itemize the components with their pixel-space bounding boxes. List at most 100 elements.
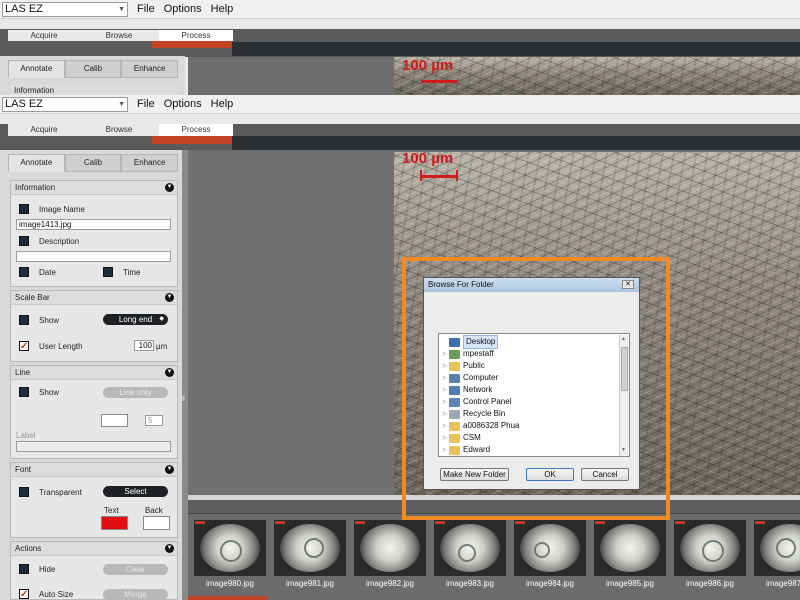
menu-options[interactable]: Options [164, 98, 202, 110]
ghost-tab-process[interactable]: Process [159, 30, 233, 41]
folder-tree-label: CSM [463, 433, 481, 442]
ghost-spacer [0, 19, 800, 29]
folder-tree-item[interactable]: ▷ a0086328 Phua [441, 420, 617, 432]
app-selector[interactable]: LAS EZ ▼ [2, 96, 128, 112]
ghost-tab-browse[interactable]: Browse [83, 30, 155, 41]
font-select-button[interactable]: Select [103, 486, 168, 497]
folder-tree-label: a0086328 Phua [463, 421, 520, 430]
description-input[interactable] [16, 251, 171, 262]
line-header[interactable]: Line ▼ [11, 366, 177, 380]
expand-arrow-icon[interactable]: ▷ [441, 408, 449, 420]
line-color-swatch[interactable] [101, 414, 128, 427]
folder-tree-item[interactable]: ▷ Control Panel [441, 396, 617, 408]
font-header[interactable]: Font ▼ [11, 463, 177, 477]
tree-scroll-thumb[interactable] [621, 347, 628, 391]
thumbnail-item[interactable]: image982.jpg [354, 520, 426, 588]
menu-help-ghost[interactable]: Help [211, 3, 234, 15]
folder-tree-item[interactable]: ▷ mpestaff [441, 348, 617, 360]
menubar: LAS EZ ▼ File Options Help [0, 95, 800, 114]
thumbnail-item[interactable]: image984.jpg [514, 520, 586, 588]
hide-checkbox[interactable] [19, 564, 29, 574]
panel-subtabs: Annotate Calib Enhance [8, 154, 179, 172]
expand-arrow-icon[interactable]: ▷ [441, 348, 449, 360]
folder-tree-item[interactable]: ▷ Public [441, 360, 617, 372]
app-selector-ghost[interactable]: LAS EZ ▼ [2, 1, 128, 17]
scroll-up-icon[interactable]: ▲ [621, 336, 626, 342]
ghost-subtab-annotate[interactable]: Annotate [8, 60, 65, 78]
make-new-folder-button[interactable]: Make New Folder [440, 468, 509, 481]
collapse-icon[interactable]: ▼ [165, 465, 174, 474]
line-title: Line [15, 368, 31, 377]
image-name-input[interactable]: image1413.jpg [16, 219, 171, 230]
scale-bar-show-checkbox[interactable] [19, 315, 29, 325]
subtab-enhance[interactable]: Enhance [121, 154, 179, 172]
menu-file-ghost[interactable]: File [137, 3, 155, 15]
thumbnail-item[interactable]: image987.jpg [754, 520, 800, 588]
expand-arrow-icon[interactable]: ▷ [441, 396, 449, 408]
user-length-input[interactable]: 100 [134, 340, 154, 351]
description-checkbox[interactable] [19, 236, 29, 246]
merge-button[interactable]: Merge [103, 589, 168, 600]
tab-acquire[interactable]: Acquire [8, 124, 80, 136]
folder-tree-item[interactable]: ▷ CSM [441, 432, 617, 444]
clear-button[interactable]: Clear [103, 564, 168, 575]
thumbnail-item[interactable]: image983.jpg [434, 520, 506, 588]
subtab-calib[interactable]: Calib [64, 154, 122, 172]
folder-tree-item[interactable]: ▷ Recycle Bin [441, 408, 617, 420]
tab-process[interactable]: Process [159, 124, 233, 136]
user-length-checkbox[interactable]: ✓ [19, 341, 29, 352]
scale-bar-style-dropdown[interactable]: Long end ◆ [103, 314, 168, 325]
thumbnail-item[interactable]: image981.jpg [274, 520, 346, 588]
expand-arrow-icon[interactable]: ▷ [441, 432, 449, 444]
auto-size-checkbox[interactable]: ✓ [19, 589, 29, 600]
expand-arrow-icon[interactable]: ▷ [441, 384, 449, 396]
ghost-scalebar-line [421, 80, 457, 83]
line-style-dropdown[interactable]: Line only [103, 387, 168, 398]
folder-tree-item[interactable]: ▷ Edward [441, 444, 617, 456]
actions-header[interactable]: Actions ▼ [11, 542, 177, 556]
expand-arrow-icon[interactable]: ▷ [441, 420, 449, 432]
folder-tree-item[interactable]: Desktop [441, 335, 617, 349]
expand-arrow-icon[interactable]: ▷ [441, 444, 449, 456]
collapse-icon[interactable]: ▼ [165, 368, 174, 377]
image-name-checkbox[interactable] [19, 204, 29, 214]
thumbnail-item[interactable]: image986.jpg [674, 520, 746, 588]
ok-button[interactable]: OK [526, 468, 574, 481]
line-show-checkbox[interactable] [19, 387, 29, 397]
subtab-annotate[interactable]: Annotate [8, 154, 65, 172]
information-header[interactable]: Information ▼ [11, 181, 177, 195]
tab-browse[interactable]: Browse [83, 124, 155, 136]
tree-scrollbar[interactable]: ▲ ▼ [619, 335, 629, 456]
desktop-icon [449, 337, 460, 347]
folder-tree-item[interactable]: ▷ Network [441, 384, 617, 396]
ghost-subtab-enhance[interactable]: Enhance [121, 60, 179, 78]
line-label-input[interactable] [16, 441, 171, 452]
collapse-icon[interactable]: ▼ [165, 544, 174, 553]
menu-file[interactable]: File [137, 98, 155, 110]
thumbnail-label: image984.jpg [525, 579, 575, 588]
expand-arrow-icon[interactable]: ▷ [441, 360, 449, 372]
thumbnail-item[interactable]: image985.jpg [594, 520, 666, 588]
collapse-icon[interactable]: ▼ [165, 293, 174, 302]
time-checkbox[interactable] [103, 267, 113, 277]
date-checkbox[interactable] [19, 267, 29, 277]
line-width-input[interactable]: 5 [145, 415, 163, 426]
transparent-checkbox[interactable] [19, 487, 29, 497]
back-color-swatch[interactable] [143, 516, 170, 530]
folder-tree-item[interactable]: ▷ Computer [441, 372, 617, 384]
menu-help[interactable]: Help [211, 98, 234, 110]
specimen-mark [776, 538, 796, 558]
folder-tree-label: Control Panel [463, 397, 512, 406]
expand-arrow-icon[interactable]: ▷ [441, 372, 449, 384]
scroll-down-icon[interactable]: ▼ [621, 447, 626, 453]
scale-bar-header[interactable]: Scale Bar ▼ [11, 291, 177, 305]
ghost-tab-acquire[interactable]: Acquire [8, 30, 80, 41]
cancel-button[interactable]: Cancel [581, 468, 629, 481]
collapse-icon[interactable]: ▼ [165, 183, 174, 192]
close-icon[interactable]: ✕ [622, 280, 634, 289]
menu-options-ghost[interactable]: Options [164, 3, 202, 15]
font-section: Font ▼ Transparent Select Text Back [10, 462, 178, 538]
thumbnail-item[interactable]: image980.jpg [194, 520, 266, 588]
text-color-swatch[interactable] [101, 516, 128, 530]
ghost-subtab-calib[interactable]: Calib [64, 60, 122, 78]
